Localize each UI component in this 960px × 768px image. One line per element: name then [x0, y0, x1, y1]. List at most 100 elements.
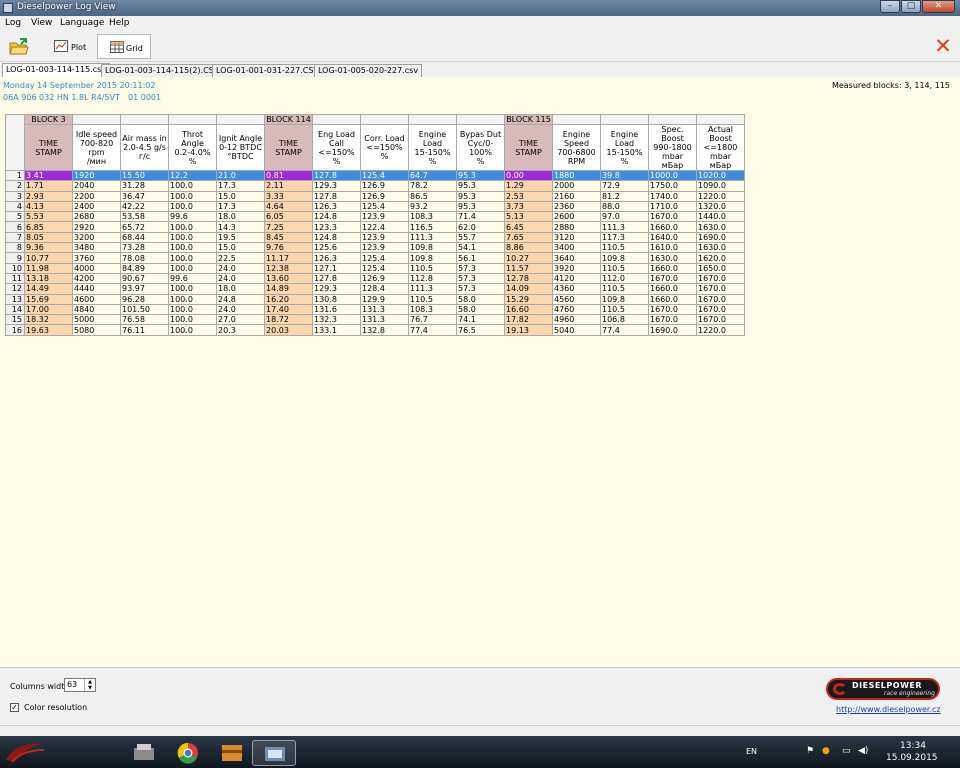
table-cell[interactable]: 1630.0	[696, 221, 745, 233]
table-cell[interactable]: 18.0	[216, 211, 265, 223]
table-cell[interactable]: 78.2	[408, 180, 457, 192]
table-cell[interactable]: 126.3	[312, 252, 361, 264]
table-cell[interactable]: 4360	[552, 283, 601, 295]
table-cell[interactable]: 127.1	[312, 262, 361, 274]
table-cell[interactable]: 1610.0	[648, 242, 697, 254]
window-close-button[interactable]: ✕	[922, 0, 955, 13]
table-cell[interactable]: 76.7	[408, 314, 457, 326]
table-cell[interactable]: 95.3	[456, 180, 505, 192]
table-cell[interactable]: 2160	[552, 190, 601, 202]
table-cell[interactable]: 16.60	[504, 303, 553, 316]
table-cell[interactable]: 111.3	[408, 283, 457, 295]
table-cell[interactable]: 108.3	[408, 211, 457, 223]
table-cell[interactable]: 129.3	[312, 180, 361, 192]
table-cell[interactable]: 58.0	[456, 303, 505, 316]
table-cell[interactable]: 17.00	[24, 303, 73, 316]
table-cell[interactable]: 64.7	[408, 169, 457, 182]
table-cell[interactable]: 106.8	[600, 314, 649, 326]
table-cell[interactable]: 4440	[72, 283, 121, 295]
table-cell[interactable]: 73.28	[120, 242, 169, 254]
table-cell[interactable]: 18.0	[216, 283, 265, 295]
row-number[interactable]: 11	[5, 272, 25, 285]
column-header[interactable]: Engine Load 15-150%%	[600, 124, 649, 171]
table-cell[interactable]: 15.69	[24, 293, 73, 305]
table-cell[interactable]: 96.28	[120, 293, 169, 305]
column-header[interactable]: Bypas Dut Cyc/0-100%%	[456, 124, 505, 171]
row-number[interactable]: 15	[5, 314, 25, 326]
table-cell[interactable]: 9.76	[264, 242, 313, 254]
table-cell[interactable]: 1320.0	[696, 200, 745, 213]
spin-down-icon[interactable]: ▼	[85, 685, 95, 691]
clock-date[interactable]: 15.09.2015	[886, 753, 938, 763]
table-row[interactable]: 15 18.32 5000 76.58 100.0 27.0 18.72 132.3 131.3…	[5, 314, 745, 326]
table-cell[interactable]: 1880	[552, 169, 601, 182]
table-cell[interactable]: 131.6	[312, 303, 361, 316]
table-cell[interactable]: 2680	[72, 211, 121, 223]
table-cell[interactable]: 1670.0	[696, 314, 745, 326]
table-cell[interactable]: 1000.0	[648, 169, 697, 182]
table-cell[interactable]: 19.5	[216, 231, 265, 244]
table-cell[interactable]: 86.5	[408, 190, 457, 202]
table-cell[interactable]: 1220.0	[696, 190, 745, 202]
table-cell[interactable]: 17.82	[504, 314, 553, 326]
table-cell[interactable]: 15.29	[504, 293, 553, 305]
table-cell[interactable]: 130.8	[312, 293, 361, 305]
table-cell[interactable]: 18.32	[24, 314, 73, 326]
table-cell[interactable]: 90.67	[120, 272, 169, 285]
table-cell[interactable]: 3480	[72, 242, 121, 254]
table-cell[interactable]: 110.5	[408, 293, 457, 305]
table-cell[interactable]: 100.0	[168, 242, 217, 254]
table-row[interactable]: 4 4.13 2400 42.22 100.0 17.3 4.64 126.3 125.4 93.…	[5, 200, 745, 213]
table-cell[interactable]: 132.3	[312, 314, 361, 326]
table-cell[interactable]: 14.89	[264, 283, 313, 295]
table-cell[interactable]: 133.1	[312, 324, 361, 336]
table-row[interactable]: 11 13.18 4200 90.67 99.6 24.0 13.60 127.8 126.9 1…	[5, 272, 745, 285]
table-cell[interactable]: 4.13	[24, 200, 73, 213]
table-cell[interactable]: 2.53	[504, 190, 553, 202]
table-cell[interactable]: 95.3	[456, 169, 505, 182]
table-cell[interactable]: 27.0	[216, 314, 265, 326]
column-header[interactable]: Air mass in 2.0-4.5 g/s г/с	[120, 124, 169, 171]
table-cell[interactable]: 4120	[552, 272, 601, 285]
table-cell[interactable]: 81.2	[600, 190, 649, 202]
column-header[interactable]: Idle speed 700-820 rpm/мин	[72, 124, 121, 171]
table-cell[interactable]: 65.72	[120, 221, 169, 233]
table-cell[interactable]: 2360	[552, 200, 601, 213]
table-cell[interactable]: 3.33	[264, 190, 313, 202]
table-cell[interactable]: 53.58	[120, 211, 169, 223]
table-cell[interactable]: 76.11	[120, 324, 169, 336]
table-cell[interactable]: 17.3	[216, 180, 265, 192]
table-cell[interactable]: 2040	[72, 180, 121, 192]
table-cell[interactable]: 13.60	[264, 272, 313, 285]
row-number[interactable]: 9	[5, 252, 25, 264]
network-icon[interactable]: ▭	[842, 746, 852, 756]
table-cell[interactable]: 7.25	[264, 221, 313, 233]
column-header[interactable]: Spec. Boost 990-1800 mbar мБар	[648, 124, 697, 171]
table-row[interactable]: 9 10.77 3760 78.08 100.0 22.5 11.17 126.3 125.4 1…	[5, 252, 745, 264]
clock-time[interactable]: 13:34	[900, 741, 926, 751]
table-cell[interactable]: 122.4	[360, 221, 409, 233]
table-cell[interactable]: 112.8	[408, 272, 457, 285]
table-cell[interactable]: 76.5	[456, 324, 505, 336]
table-cell[interactable]: 1670.0	[696, 272, 745, 285]
taskbar-dieselpower[interactable]	[252, 740, 296, 766]
table-cell[interactable]: 1670.0	[648, 211, 697, 223]
table-cell[interactable]: 100.0	[168, 180, 217, 192]
table-cell[interactable]: 100.0	[168, 303, 217, 316]
table-cell[interactable]: 99.6	[168, 272, 217, 285]
table-cell[interactable]: 1660.0	[648, 293, 697, 305]
table-cell[interactable]: 4840	[72, 303, 121, 316]
table-cell[interactable]: 129.3	[312, 283, 361, 295]
table-cell[interactable]: 132.8	[360, 324, 409, 336]
table-cell[interactable]: 95.3	[456, 200, 505, 213]
table-cell[interactable]: 110.5	[600, 283, 649, 295]
table-cell[interactable]: 42.22	[120, 200, 169, 213]
grid-corner[interactable]	[5, 114, 25, 171]
table-cell[interactable]: 100.0	[168, 283, 217, 295]
table-cell[interactable]: 11.57	[504, 262, 553, 274]
table-cell[interactable]: 100.0	[168, 324, 217, 336]
row-number[interactable]: 6	[5, 221, 25, 233]
table-cell[interactable]: 109.8	[408, 242, 457, 254]
table-cell[interactable]: 15.0	[216, 190, 265, 202]
flag-icon[interactable]: ⚑	[806, 746, 816, 756]
